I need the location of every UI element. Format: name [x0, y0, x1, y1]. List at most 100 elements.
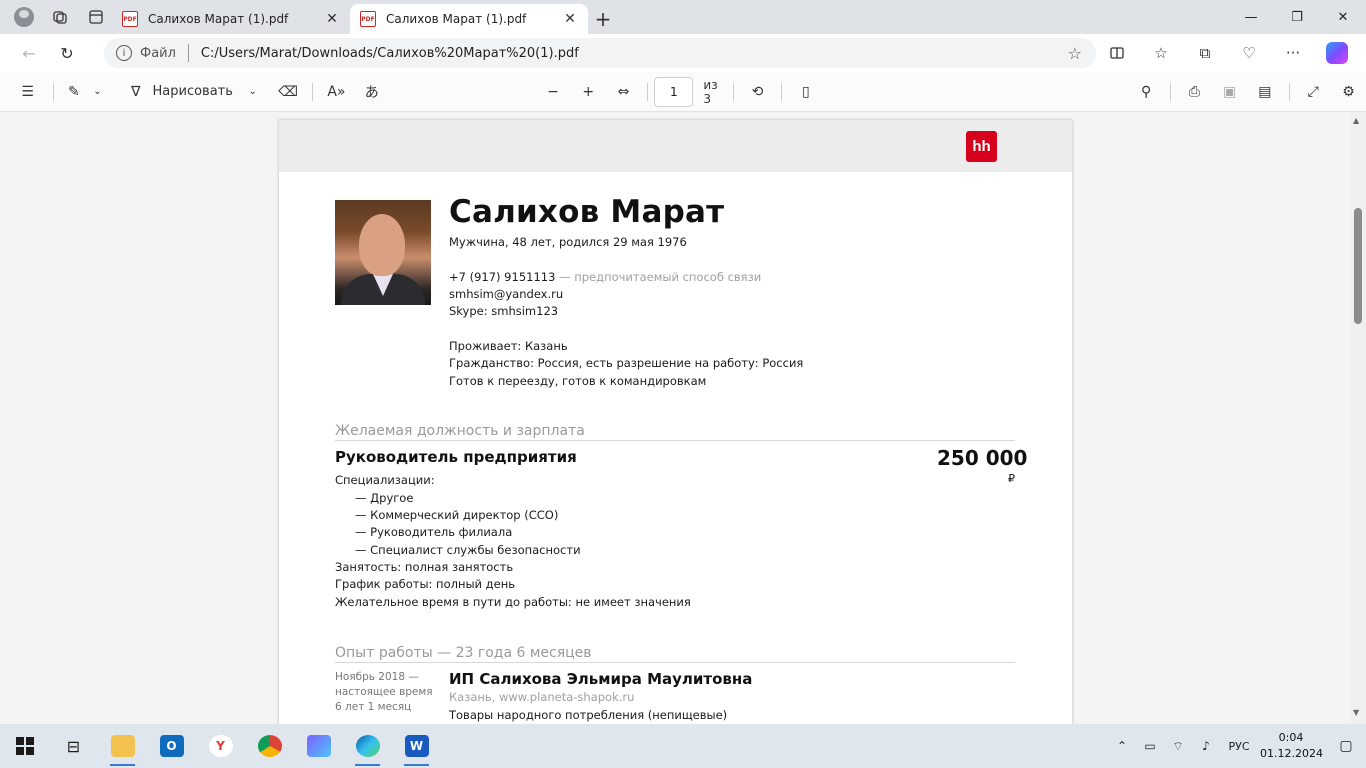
specializations-label: Специализации: [335, 473, 435, 487]
more-options-button[interactable]: ··· [1274, 38, 1312, 68]
list-icon: ☰ [21, 83, 34, 100]
battery-icon[interactable]: ▭ [1138, 731, 1162, 761]
clock[interactable]: 0:04 01.12.2024 [1260, 730, 1323, 762]
address-input[interactable]: i Файл C:/Users/Marat/Downloads/Салихов%… [104, 38, 1096, 68]
split-screen-button[interactable] [1098, 38, 1136, 68]
close-tab-icon[interactable]: ✕ [562, 11, 578, 27]
chrome-icon [257, 735, 282, 757]
contents-button[interactable]: ☰ [8, 77, 47, 107]
job-industry: Товары народного потребления (непищевые) [449, 708, 728, 722]
show-hidden-icons-button[interactable]: ⌃ [1110, 731, 1134, 761]
workspaces-button[interactable] [44, 2, 76, 32]
save-as-button[interactable]: ▤ [1247, 77, 1282, 107]
minimize-button[interactable]: — [1228, 0, 1274, 34]
more-dots-icon: ··· [1285, 44, 1301, 62]
page-total: из 3 [703, 77, 718, 106]
task-view-button[interactable]: ⊟ [49, 724, 98, 768]
word-button[interactable]: W [392, 724, 441, 768]
tab-title: Салихов Марат (1).pdf [386, 12, 527, 26]
settings-button[interactable]: ⚙ [1331, 77, 1366, 107]
new-tab-button[interactable]: + [588, 4, 618, 34]
fit-page-button[interactable]: ⇔ [606, 77, 641, 107]
language-indicator[interactable]: РУС [1222, 731, 1256, 761]
edge-button[interactable] [343, 724, 392, 768]
page-number-input[interactable]: 1 [654, 76, 694, 107]
wifi-icon[interactable]: ⌔ [1166, 731, 1190, 761]
save-as-icon: ▤ [1258, 83, 1272, 100]
section-divider [335, 440, 1015, 441]
title-bar: PDF Салихов Марат (1).pdf ✕ PDF Салихов … [0, 0, 1366, 34]
phone-note: — предпочитаемый способ связи [559, 270, 762, 284]
url-text[interactable]: C:/Users/Marat/Downloads/Салихов%20Марат… [201, 46, 579, 61]
highlight-dropdown[interactable]: ⌄ [88, 77, 108, 107]
back-button[interactable]: ← [12, 38, 46, 68]
profile-button[interactable] [8, 2, 40, 32]
draw-icon: ∇ [131, 83, 141, 100]
favorites-button[interactable]: ☆ [1142, 38, 1180, 68]
print-button[interactable]: ⎙ [1177, 77, 1212, 107]
zoom-in-button[interactable]: + [571, 77, 606, 107]
highlight-button[interactable]: ✎ [60, 77, 87, 107]
url-divider [187, 44, 189, 62]
page-view-icon: ▯ [801, 83, 810, 100]
specialization-item: — Специалист службы безопасности [355, 543, 581, 557]
fullscreen-button[interactable]: ⤢ [1296, 77, 1331, 107]
close-tab-icon[interactable]: ✕ [324, 11, 340, 27]
collections-button[interactable]: ⧉ [1186, 38, 1224, 68]
search-button[interactable]: ⚲ [1128, 77, 1163, 107]
desired-position: Руководитель предприятия [335, 448, 577, 466]
desired-position-heading: Желаемая должность и зарплата [335, 423, 585, 439]
refresh-button[interactable]: ↻ [50, 38, 84, 68]
restore-button[interactable]: ❐ [1274, 0, 1320, 34]
tab-pdf-1[interactable]: PDF Салихов Марат (1).pdf ✕ [112, 4, 350, 34]
file-explorer-button[interactable] [98, 724, 147, 768]
save-button[interactable]: ▣ [1212, 77, 1247, 107]
phone-number[interactable]: +7 (917) 9151113 [449, 270, 555, 284]
notifications-button[interactable]: ▢ [1326, 731, 1366, 761]
close-window-button[interactable]: ✕ [1320, 0, 1366, 34]
tab-actions-button[interactable] [80, 2, 112, 32]
printer-icon: ⎙ [1188, 83, 1200, 100]
vertical-tabs-icon [89, 10, 103, 24]
clock-time: 0:04 [1278, 731, 1304, 744]
yandex-icon: Y [208, 735, 233, 757]
toolbar-divider [1288, 82, 1290, 101]
scroll-down-icon[interactable]: ▼ [1353, 708, 1359, 717]
edge-icon [355, 735, 380, 757]
favorite-star-icon[interactable]: ☆ [1068, 44, 1082, 63]
info-icon[interactable]: i [116, 45, 132, 61]
scroll-up-icon[interactable]: ▲ [1353, 116, 1359, 125]
draw-button[interactable]: ∇ [119, 77, 152, 107]
citizenship: Гражданство: Россия, есть разрешение на … [449, 356, 804, 370]
arrow-left-icon: ← [22, 43, 36, 63]
read-aloud-button[interactable]: A» [319, 77, 354, 107]
vertical-scrollbar[interactable]: ▲ ▼ [1350, 112, 1366, 724]
translate-button[interactable]: あ [354, 77, 389, 107]
copilot-app-button[interactable] [294, 724, 343, 768]
zoom-out-button[interactable]: − [535, 77, 570, 107]
yandex-browser-button[interactable]: Y [196, 724, 245, 768]
phone-line: +7 (917) 9151113 — предпочитаемый способ… [449, 270, 761, 284]
volume-icon[interactable]: ♪ [1194, 731, 1218, 761]
erase-button[interactable]: ⌫ [271, 77, 306, 107]
copilot-button[interactable] [1318, 38, 1356, 68]
outlook-button[interactable]: O [147, 724, 196, 768]
scrollbar-thumb[interactable] [1354, 208, 1362, 324]
rotate-button[interactable]: ⟲ [740, 77, 775, 107]
eraser-icon: ⌫ [278, 83, 299, 100]
tab-pdf-2[interactable]: PDF Салихов Марат (1).pdf ✕ [350, 4, 588, 34]
pdf-page: hh Салихов Марат Мужчина, 48 лет, родилс… [279, 120, 1072, 724]
start-button[interactable] [0, 724, 49, 768]
schedule: График работы: полный день [335, 577, 516, 591]
email[interactable]: smhsim@yandex.ru [449, 287, 563, 301]
search-icon: ⚲ [1140, 83, 1152, 100]
page-view-button[interactable]: ▯ [788, 77, 823, 107]
minus-icon: − [547, 83, 559, 100]
favorites-icon: ☆ [1154, 44, 1168, 62]
toolbar-divider [311, 82, 313, 101]
draw-dropdown[interactable]: ⌄ [243, 77, 263, 107]
clock-date: 01.12.2024 [1260, 747, 1323, 760]
browser-essentials-button[interactable]: ♡ [1230, 38, 1268, 68]
draw-label[interactable]: Нарисовать [153, 77, 243, 107]
chrome-button[interactable] [245, 724, 294, 768]
